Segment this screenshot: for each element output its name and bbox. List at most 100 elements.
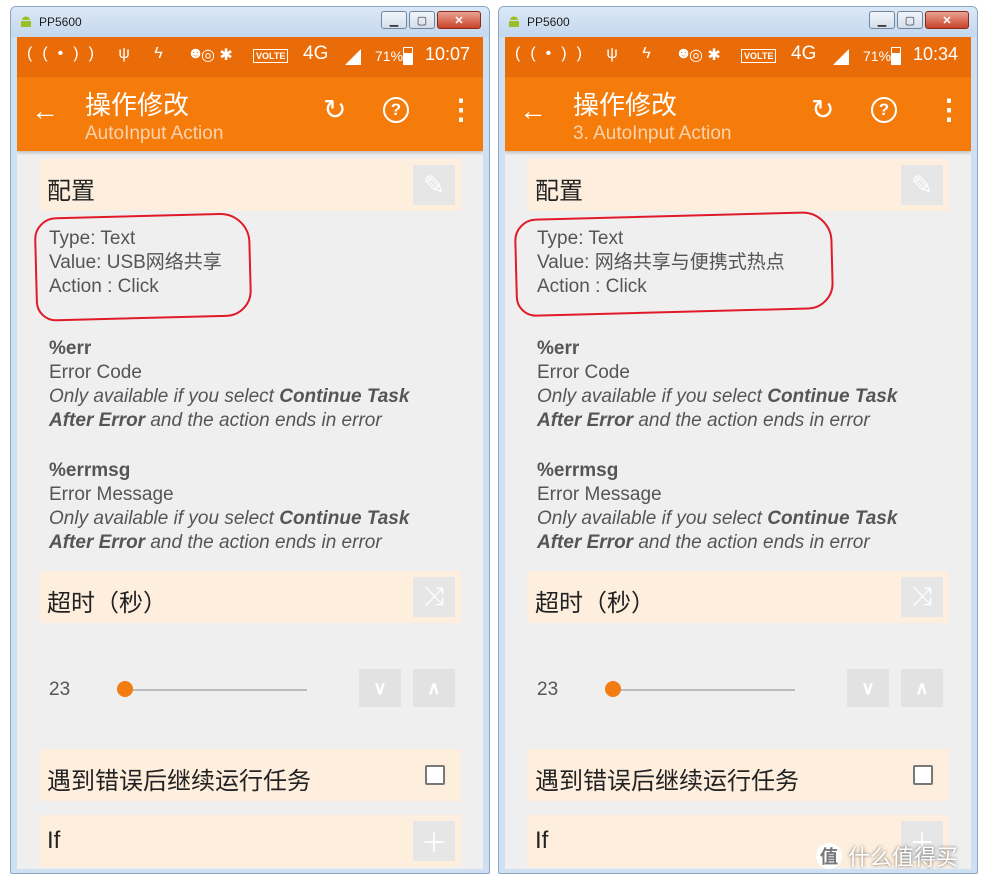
status-mid-icons: ◎ ✱ [689, 47, 721, 64]
plus-icon: ＋ [420, 827, 447, 858]
config-action: Action : Click [49, 276, 159, 297]
help-circle-icon[interactable]: ? [383, 97, 409, 123]
chevron-down-icon: ∨ [861, 677, 875, 698]
shuffle-icon: ⤨ [423, 581, 445, 611]
minimize-button[interactable]: ▁ [869, 11, 895, 29]
config-details: Type: Text Value: 网络共享与便携式热点 Action : Cl… [537, 227, 785, 299]
config-details: Type: Text Value: USB网络共享 Action : Click [49, 227, 222, 299]
undo-icon[interactable]: ↻ [323, 93, 346, 126]
decrease-button[interactable]: ∨ [847, 669, 889, 707]
phone-screen: ((•)) ψ ϟ ☻ ◎ ✱ VOLTE 4G 71% 10:34 ← 操作修… [505, 37, 971, 869]
var-name: %errmsg [537, 460, 619, 481]
errmsg-variable: %errmsg Error Message Only available if … [49, 459, 449, 555]
timeout-slider-track[interactable] [125, 689, 307, 691]
window-title: PP5600 [527, 15, 570, 29]
undo-icon[interactable]: ↻ [811, 93, 834, 126]
continue-on-error-checkbox[interactable] [913, 765, 933, 785]
timeout-value: 23 [49, 679, 71, 700]
chevron-up-icon: ∧ [915, 677, 929, 698]
network-type: 4G [791, 43, 817, 64]
action-content: 配置 ✎ Type: Text Value: USB网络共享 Action : … [17, 151, 483, 869]
var-note-line1: Only available if you select Continue Ta… [537, 508, 898, 529]
edit-config-button[interactable]: ✎ [901, 165, 943, 205]
config-value: Value: USB网络共享 [49, 252, 222, 273]
app-bar: ← 操作修改 3. AutoInput Action ↻ ? ⋮ [505, 77, 971, 151]
close-button[interactable]: ✕ [925, 11, 969, 29]
android-icon [509, 16, 519, 27]
config-header: 配置 ✎ [527, 159, 949, 211]
timeout-header: 超时（秒） ⤨ [39, 571, 461, 623]
continue-on-error-checkbox[interactable] [425, 765, 445, 785]
var-note-line2: After Error and the action ends in error [537, 410, 870, 431]
status-left-icons: ((•)) ψ ϟ ☻ [27, 45, 214, 62]
add-condition-button[interactable]: ＋ [413, 821, 455, 861]
minimize-button[interactable]: ▁ [381, 11, 407, 29]
config-type: Type: Text [49, 228, 136, 249]
var-name: %errmsg [49, 460, 131, 481]
more-vert-icon[interactable]: ⋮ [447, 93, 475, 126]
page-title: 操作修改 [573, 90, 678, 120]
increase-button[interactable]: ∧ [413, 669, 455, 707]
var-desc: Error Message [49, 484, 174, 505]
action-content: 配置 ✎ Type: Text Value: 网络共享与便携式热点 Action… [505, 151, 971, 869]
continue-on-error-row[interactable]: 遇到错误后继续运行任务 [39, 749, 461, 801]
shuffle-icon: ⤨ [911, 581, 933, 611]
pencil-icon: ✎ [911, 169, 933, 200]
pencil-icon: ✎ [423, 169, 445, 200]
close-button[interactable]: ✕ [437, 11, 481, 29]
status-left-icons: ((•)) ψ ϟ ☻ [515, 45, 702, 62]
chevron-down-icon: ∨ [373, 677, 387, 698]
err-variable: %err Error Code Only available if you se… [537, 337, 937, 433]
var-name: %err [537, 338, 580, 359]
continue-on-error-row[interactable]: 遇到错误后继续运行任务 [527, 749, 949, 801]
continue-on-error-label: 遇到错误后继续运行任务 [47, 768, 311, 795]
var-note-line2: After Error and the action ends in error [49, 532, 382, 553]
timeout-slider-track[interactable] [613, 689, 795, 691]
shuffle-button[interactable]: ⤨ [901, 577, 943, 617]
config-title: 配置 [47, 178, 95, 205]
timeout-slider-thumb[interactable] [117, 681, 133, 697]
var-note-line2: After Error and the action ends in error [49, 410, 382, 431]
page-title: 操作修改 [85, 90, 190, 120]
signal-icon [833, 49, 849, 65]
timeout-slider-thumb[interactable] [605, 681, 621, 697]
err-variable: %err Error Code Only available if you se… [49, 337, 449, 433]
window-title: PP5600 [39, 15, 82, 29]
app-bar: ← 操作修改 AutoInput Action ↻ ? ⋮ [17, 77, 483, 151]
maximize-button[interactable]: ▢ [897, 11, 923, 29]
continue-on-error-label: 遇到错误后继续运行任务 [535, 768, 799, 795]
edit-config-button[interactable]: ✎ [413, 165, 455, 205]
var-note-line1: Only available if you select Continue Ta… [537, 386, 898, 407]
config-header: 配置 ✎ [39, 159, 461, 211]
maximize-button[interactable]: ▢ [409, 11, 435, 29]
config-value: Value: 网络共享与便携式热点 [537, 252, 785, 273]
help-circle-icon[interactable]: ? [871, 97, 897, 123]
battery-percent: 71% [863, 48, 892, 64]
increase-button[interactable]: ∧ [901, 669, 943, 707]
page-subtitle: AutoInput Action [85, 123, 224, 144]
status-time: 10:34 [913, 44, 959, 64]
window-titlebar[interactable]: PP5600 ▁ ▢ ✕ [11, 7, 489, 37]
battery-icon [891, 47, 901, 65]
shuffle-button[interactable]: ⤨ [413, 577, 455, 617]
arrow-left-icon[interactable]: ← [31, 95, 59, 127]
var-name: %err [49, 338, 92, 359]
config-type: Type: Text [537, 228, 624, 249]
config-title: 配置 [535, 178, 583, 205]
var-desc: Error Code [537, 362, 630, 383]
watermark-logo: 值 [816, 843, 842, 869]
if-title: If [535, 827, 549, 854]
more-vert-icon[interactable]: ⋮ [935, 93, 963, 126]
arrow-left-icon[interactable]: ← [519, 95, 547, 127]
android-icon [21, 16, 31, 27]
var-desc: Error Code [49, 362, 142, 383]
if-header: If ＋ [39, 815, 461, 867]
emulator-window-right: PP5600 ▁ ▢ ✕ ((•)) ψ ϟ ☻ ◎ ✱ VOLTE 4G 71… [498, 6, 978, 874]
signal-icon [345, 49, 361, 65]
var-desc: Error Message [537, 484, 662, 505]
decrease-button[interactable]: ∨ [359, 669, 401, 707]
status-bar: ((•)) ψ ϟ ☻ ◎ ✱ VOLTE 4G 71% 10:34 [505, 37, 971, 77]
window-titlebar[interactable]: PP5600 ▁ ▢ ✕ [499, 7, 977, 37]
timeout-header: 超时（秒） ⤨ [527, 571, 949, 623]
watermark-text: 什么值得买 [848, 845, 959, 870]
